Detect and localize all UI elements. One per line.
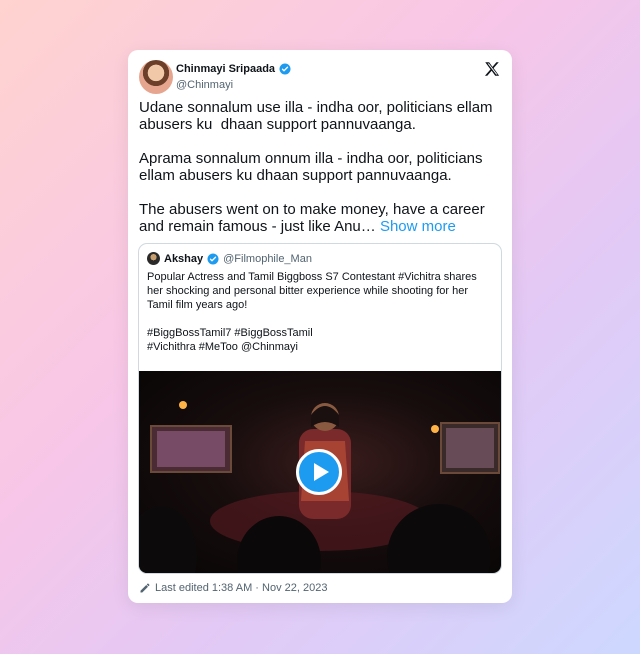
quoted-author-handle: @Filmophile_Man xyxy=(223,252,312,265)
show-more-link[interactable]: Show more xyxy=(380,218,456,235)
verified-badge-icon xyxy=(279,63,291,75)
tweet-body: Udane sonnalum use illa - indha oor, pol… xyxy=(139,99,493,235)
edited-timestamp[interactable]: Last edited 1:38 AM · Nov 22, 2023 xyxy=(155,582,327,594)
edit-pencil-icon xyxy=(140,583,150,593)
x-logo-icon[interactable] xyxy=(483,60,501,78)
author-avatar[interactable] xyxy=(139,60,173,94)
tweet-text: Udane sonnalum use illa - indha oor, pol… xyxy=(139,99,501,235)
quoted-avatar xyxy=(147,252,160,265)
author-name-row: Chinmayi Sripaada xyxy=(176,63,291,75)
video-thumbnail[interactable] xyxy=(139,371,501,573)
tweet-header: Chinmayi Sripaada @Chinmayi xyxy=(139,60,501,94)
play-icon xyxy=(314,463,329,481)
tweet-footer: Last edited 1:38 AM · Nov 22, 2023 xyxy=(139,582,327,594)
author-handle[interactable]: @Chinmayi xyxy=(176,79,233,91)
play-button[interactable] xyxy=(296,449,342,495)
hashtags-line-1: #BiggBossTamil7 #BiggBossTamil xyxy=(147,327,313,339)
author-name[interactable]: Chinmayi Sripaada xyxy=(176,63,275,75)
quoted-tweet[interactable]: Akshay @Filmophile_Man Popular Actress a… xyxy=(138,243,502,574)
tweet-card: Chinmayi Sripaada @Chinmayi Udane sonnal… xyxy=(128,50,512,603)
quoted-hashtags: #BiggBossTamil7 #BiggBossTamil #Vichithr… xyxy=(147,326,493,354)
verified-badge-icon xyxy=(207,253,219,264)
quoted-author-name: Akshay xyxy=(164,252,204,265)
hashtags-line-2: #Vichithra #MeToo @Chinmayi xyxy=(147,341,298,353)
quoted-text: Popular Actress and Tamil Biggboss S7 Co… xyxy=(147,271,477,311)
quoted-header: Akshay @Filmophile_Man xyxy=(147,252,312,265)
